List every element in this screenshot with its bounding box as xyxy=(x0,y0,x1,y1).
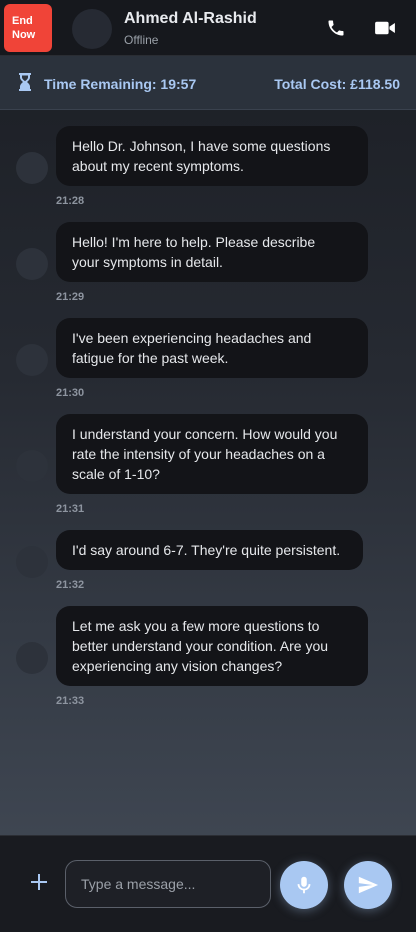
contact-name: Ahmed Al-Rashid xyxy=(124,10,257,27)
phone-icon[interactable] xyxy=(326,18,346,38)
message-bubble: I understand your concern. How would you… xyxy=(56,414,368,494)
message-bubble: I'd say around 6-7. They're quite persis… xyxy=(56,530,363,570)
message-bubble: Hello! I'm here to help. Please describe… xyxy=(56,222,368,282)
message-text: Let me ask you a few more questions to b… xyxy=(72,618,329,674)
message-bubble: Hello Dr. Johnson, I have some questions… xyxy=(56,126,368,186)
message-bubble: I've been experiencing headaches and fat… xyxy=(56,318,368,378)
message-avatar xyxy=(16,642,48,674)
contact-avatar[interactable] xyxy=(72,9,112,49)
message-input[interactable] xyxy=(65,860,271,908)
plus-icon[interactable] xyxy=(30,873,48,891)
message-text: I've been experiencing headaches and fat… xyxy=(72,330,312,366)
message-timestamp: 21:32 xyxy=(56,579,85,591)
message-timestamp: 21:33 xyxy=(56,695,85,707)
message-text: Hello! I'm here to help. Please describe… xyxy=(72,234,316,270)
contact-status: Offline xyxy=(124,33,159,47)
message-bubble: Let me ask you a few more questions to b… xyxy=(56,606,368,686)
message-avatar xyxy=(16,248,48,280)
message-text: I'd say around 6-7. They're quite persis… xyxy=(72,542,341,558)
message-avatar xyxy=(16,152,48,184)
message-timestamp: 21:30 xyxy=(56,387,85,399)
message-text: I understand your concern. How would you… xyxy=(72,426,338,482)
send-button[interactable] xyxy=(344,861,392,909)
time-remaining: Time Remaining: 19:57 xyxy=(44,76,197,92)
chat-screen: End Now Ahmed Al-Rashid Offline Time Rem… xyxy=(0,0,416,932)
message-timestamp: 21:29 xyxy=(56,291,85,303)
microphone-icon xyxy=(297,876,311,894)
end-button-label-line1: End xyxy=(12,15,33,27)
chat-header xyxy=(0,0,416,56)
end-button-label-line2: Now xyxy=(12,29,36,41)
message-timestamp: 21:31 xyxy=(56,503,85,515)
send-icon xyxy=(358,876,379,894)
total-cost: Total Cost: £118.50 xyxy=(274,76,400,92)
hourglass-icon xyxy=(19,73,31,91)
end-now-button[interactable]: End Now xyxy=(4,4,52,52)
message-avatar xyxy=(16,344,48,376)
video-camera-icon[interactable] xyxy=(374,19,396,37)
microphone-button[interactable] xyxy=(280,861,328,909)
message-avatar xyxy=(16,546,48,578)
message-text: Hello Dr. Johnson, I have some questions… xyxy=(72,138,331,174)
message-timestamp: 21:28 xyxy=(56,195,85,207)
message-avatar xyxy=(16,450,48,482)
